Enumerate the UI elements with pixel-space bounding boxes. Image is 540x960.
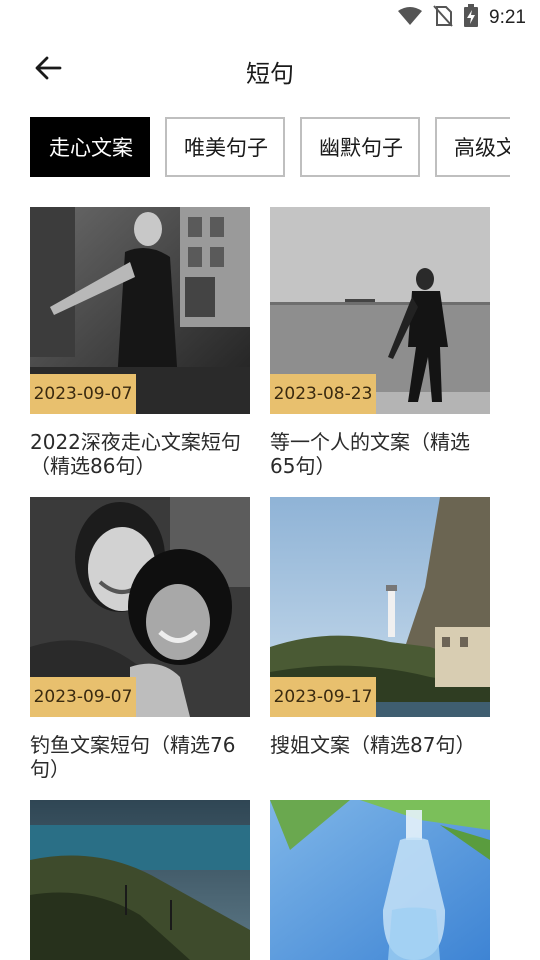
- card-image: [30, 800, 250, 960]
- article-card[interactable]: [270, 800, 490, 960]
- card-title: 钓鱼文案短句（精选76句）: [30, 733, 236, 781]
- tab-weimei-juzi[interactable]: 唯美句子: [165, 117, 285, 177]
- tab-youmo-juzi[interactable]: 幽默句子: [300, 117, 420, 177]
- tab-label: 唯美句子: [184, 136, 268, 160]
- category-tabs: 走心文案 唯美句子 幽默句子 高级文: [30, 117, 510, 177]
- tab-label: 高级文: [454, 136, 510, 160]
- article-card[interactable]: 2023-09-07 钓鱼文案短句（精选76句）: [30, 497, 250, 781]
- date-badge: 2023-09-17: [270, 677, 376, 717]
- card-image: 2023-09-07: [30, 207, 250, 414]
- tab-label: 幽默句子: [319, 136, 403, 160]
- card-title: 等一个人的文案（精选65句）: [270, 430, 470, 478]
- article-card[interactable]: 2023-09-17 搜姐文案（精选87句）: [270, 497, 490, 757]
- article-card[interactable]: 2023-09-07 2022深夜走心文案短句（精选86句）: [30, 207, 250, 478]
- status-time: 9:21: [489, 7, 526, 28]
- tab-gaoji-wenan[interactable]: 高级文: [435, 117, 510, 177]
- card-image: 2023-09-07: [30, 497, 250, 717]
- app-bar: 短句: [0, 36, 540, 104]
- tab-label: 走心文案: [49, 136, 133, 160]
- card-image: 2023-08-23: [270, 207, 490, 414]
- card-title: 2022深夜走心文案短句（精选86句）: [30, 430, 241, 478]
- date-badge: 2023-08-23: [270, 374, 376, 414]
- article-card[interactable]: [30, 800, 250, 960]
- wifi-icon: [397, 6, 423, 30]
- tab-zouxin-wenan[interactable]: 走心文案: [30, 117, 150, 177]
- card-image: 2023-09-17: [270, 497, 490, 717]
- date-badge: 2023-09-07: [30, 374, 136, 414]
- card-title: 搜姐文案（精选87句）: [270, 733, 476, 757]
- page-title: 短句: [246, 60, 294, 88]
- status-bar: 9:21: [0, 0, 540, 36]
- card-image: [270, 800, 490, 960]
- article-card[interactable]: 2023-08-23 等一个人的文案（精选65句）: [270, 207, 490, 478]
- date-badge: 2023-09-07: [30, 677, 136, 717]
- status-icons: 9:21: [397, 4, 526, 32]
- battery-charging-icon: [463, 4, 479, 32]
- no-sim-icon: [433, 5, 453, 31]
